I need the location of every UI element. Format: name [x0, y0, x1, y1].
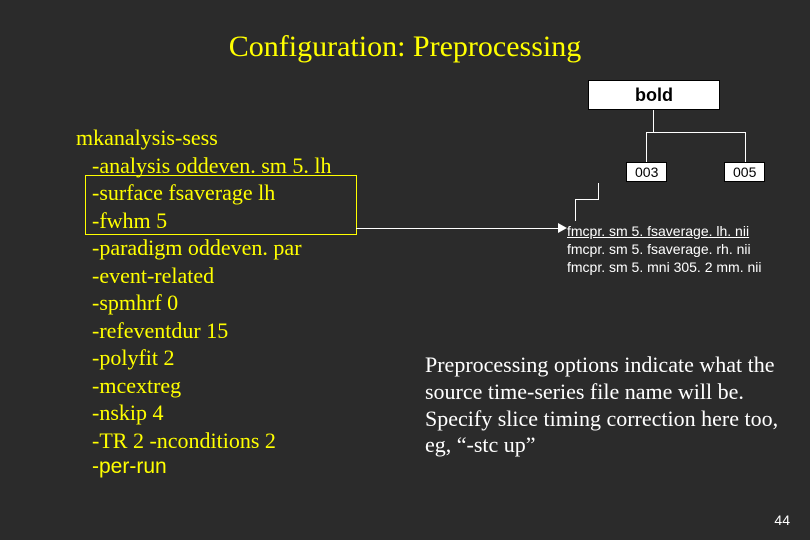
preprocessing-paragraph: Preprocessing options indicate what the …	[425, 352, 795, 459]
run-003-box: 003	[626, 162, 667, 182]
file-list: fmcpr. sm 5. fsaverage. lh. nii fmcpr. s…	[567, 222, 762, 277]
connector-to-003	[646, 132, 647, 162]
connector-bold-down	[653, 110, 654, 132]
config-block: mkanalysis-sess -analysis oddeven. sm 5.…	[76, 124, 332, 480]
connector-003-down	[598, 183, 599, 199]
slide-title: Configuration: Preprocessing	[0, 30, 810, 64]
connector-003-down2	[575, 199, 576, 221]
config-flag-7: -polyfit 2	[92, 344, 332, 372]
file-rh: fmcpr. sm 5. fsaverage. rh. nii	[567, 240, 762, 258]
arrow-line	[356, 228, 560, 229]
file-lh: fmcpr. sm 5. fsaverage. lh. nii	[567, 222, 762, 240]
config-flag-5: -spmhrf 0	[92, 289, 332, 317]
config-flag-9: -nskip 4	[92, 399, 332, 427]
page-number: 44	[774, 512, 790, 528]
config-flag-0: -analysis oddeven. sm 5. lh	[92, 152, 332, 180]
connector-to-005	[745, 132, 746, 162]
config-flag-4: -event-related	[92, 262, 332, 290]
arrow-head-icon	[558, 223, 567, 233]
config-flag-2: -fwhm 5	[92, 207, 332, 235]
config-flag-1: -surface fsaverage lh	[92, 179, 332, 207]
bold-label-box: bold	[588, 80, 720, 110]
config-cmd: mkanalysis-sess	[76, 124, 332, 152]
config-flag-8: -mcextreg	[92, 372, 332, 400]
connector-003-h	[575, 199, 599, 200]
config-per-run: -per-run	[92, 454, 332, 480]
config-flag-3: -paradigm oddeven. par	[92, 234, 332, 262]
config-flag-10: -TR 2 -nconditions 2	[92, 427, 332, 455]
connector-bold-h	[646, 132, 746, 133]
run-005-box: 005	[724, 162, 765, 182]
file-mni: fmcpr. sm 5. mni 305. 2 mm. nii	[567, 258, 762, 276]
config-flag-6: -refeventdur 15	[92, 317, 332, 345]
